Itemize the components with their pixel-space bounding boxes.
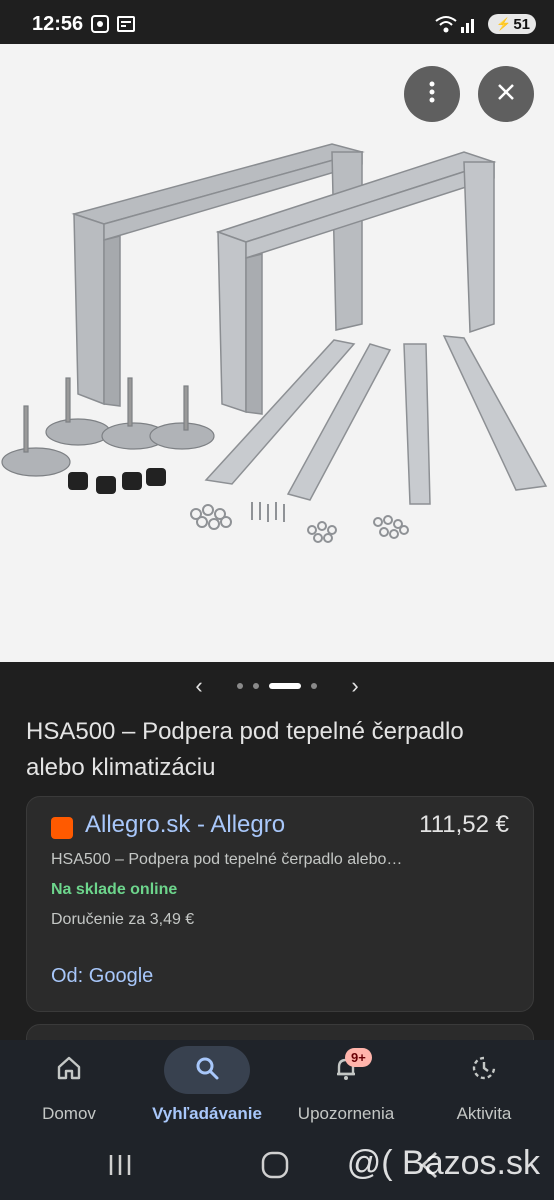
battery-level: 51	[513, 15, 530, 33]
news-icon	[116, 14, 136, 39]
more-vert-icon	[429, 81, 435, 108]
nav-label-home: Domov	[42, 1104, 96, 1123]
delivery-cost: Doručenie za 3,49 €	[51, 911, 195, 928]
watermark: @( Bazos.sk	[346, 1144, 540, 1182]
nav-search[interactable]: Vyhľadávanie	[146, 1040, 268, 1134]
carousel-dot[interactable]	[311, 683, 317, 689]
product-image[interactable]	[0, 44, 554, 662]
carousel-dot-active[interactable]	[269, 683, 301, 689]
chevron-right-icon[interactable]: ›	[340, 673, 370, 699]
hardware	[190, 502, 409, 543]
offer-description: HSA500 – Podpera pod tepelné čerpadlo al…	[51, 851, 403, 868]
home-button-icon[interactable]	[260, 1150, 290, 1185]
offer-card[interactable]: Allegro.sk - Allegro 111,52 € HSA500 – P…	[26, 796, 534, 1012]
allegro-logo-icon	[51, 817, 73, 839]
home-icon	[55, 1054, 83, 1087]
dampers	[68, 468, 166, 494]
offer-source[interactable]: Od: Google	[51, 965, 153, 988]
signal-icon	[460, 14, 478, 39]
close-button[interactable]	[478, 66, 534, 122]
nav-label-search: Vyhľadávanie	[152, 1104, 262, 1123]
nav-label-activity: Aktivita	[456, 1104, 512, 1123]
wifi-icon	[434, 14, 458, 39]
screenshot-icon	[90, 14, 110, 39]
notification-badge: 9+	[345, 1048, 372, 1067]
carousel-dot[interactable]	[253, 683, 259, 689]
nav-notifications[interactable]: 9+ Upozornenia	[288, 1040, 404, 1134]
activity-icon	[470, 1054, 498, 1087]
carousel-dots	[232, 683, 322, 689]
chevron-left-icon[interactable]: ‹	[184, 673, 214, 699]
close-icon	[496, 82, 516, 107]
availability-status: Na sklade online	[51, 881, 178, 898]
status-bar: 12:56 ⚡ 51	[0, 0, 554, 44]
bottom-navigation: Domov Vyhľadávanie 9+ Upozornenia Aktivi…	[0, 1040, 554, 1134]
battery-icon: ⚡ 51	[488, 14, 536, 34]
more-options-button[interactable]	[404, 66, 460, 122]
nav-activity[interactable]: Aktivita	[440, 1040, 528, 1134]
offer-price: 111,52 €	[419, 811, 509, 838]
nav-home[interactable]: Domov	[26, 1040, 112, 1134]
product-title: HSA500 – Podpera pod tepelné čerpadlo al…	[26, 718, 464, 781]
carousel-dot[interactable]	[237, 683, 243, 689]
product-photo	[1, 143, 548, 543]
recent-apps-icon[interactable]	[106, 1152, 134, 1183]
charging-icon: ⚡	[496, 17, 512, 31]
status-time: 12:56	[32, 13, 84, 35]
search-icon	[193, 1054, 221, 1087]
merchant-name[interactable]: Allegro.sk - Allegro	[85, 811, 285, 839]
image-carousel-controls: ‹ ›	[0, 662, 554, 710]
nav-label-notifications: Upozornenia	[297, 1104, 395, 1123]
